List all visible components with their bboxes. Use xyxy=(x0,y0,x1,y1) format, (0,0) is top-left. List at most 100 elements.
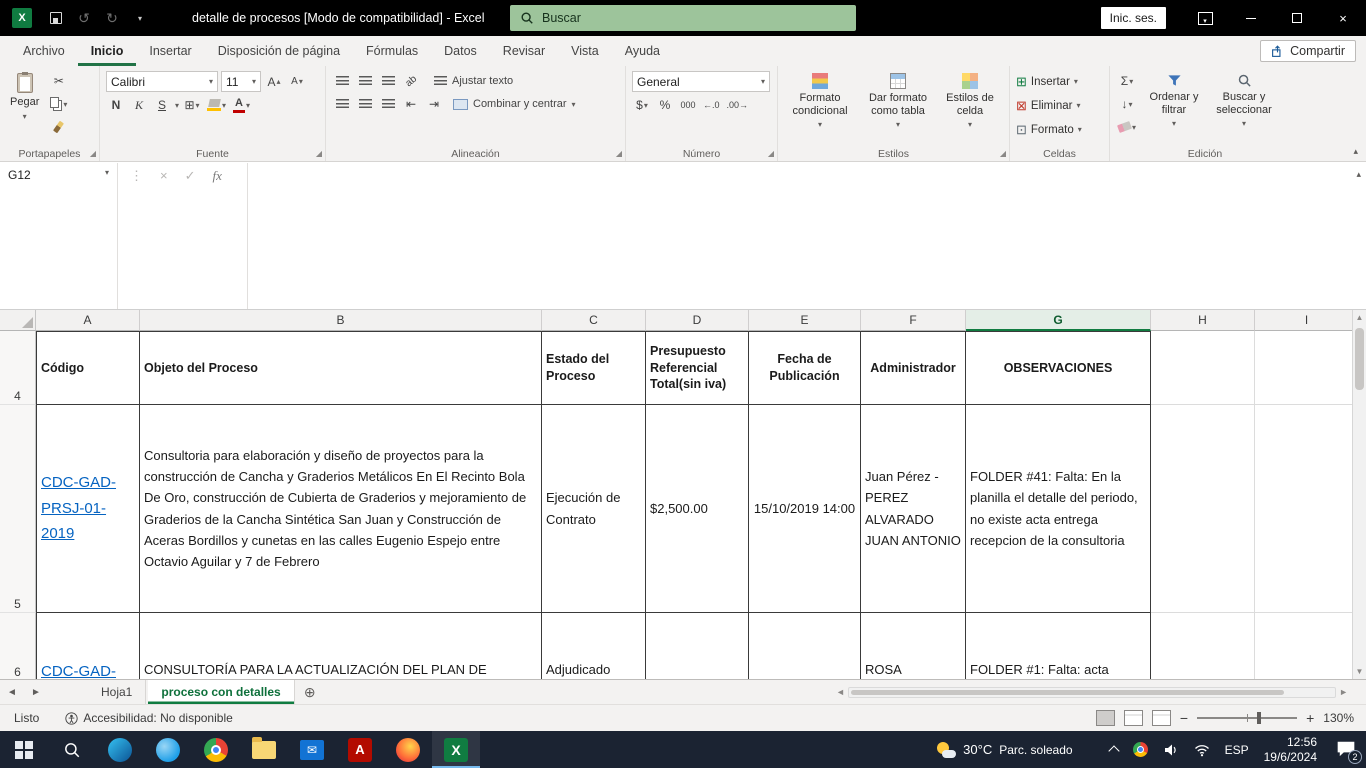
column-header-I[interactable]: I xyxy=(1255,310,1359,331)
cell-I4[interactable] xyxy=(1255,331,1359,405)
mail-button[interactable]: ✉ xyxy=(288,731,336,768)
align-left-icon[interactable] xyxy=(332,94,352,114)
cell-H6[interactable] xyxy=(1151,613,1255,679)
new-sheet-icon[interactable]: ⊕ xyxy=(295,680,325,704)
cell-H5[interactable] xyxy=(1151,405,1255,613)
tab-insertar[interactable]: Insertar xyxy=(136,36,204,66)
select-all-corner[interactable] xyxy=(0,310,36,331)
cell-E5[interactable]: 15/10/2019 14:00 xyxy=(749,405,861,613)
acrobat-button[interactable]: A xyxy=(336,731,384,768)
borders-button[interactable]: ⊞▾ xyxy=(182,95,202,115)
tab-archivo[interactable]: Archivo xyxy=(10,36,78,66)
paste-button[interactable]: Pegar▾ xyxy=(6,71,43,144)
process-link[interactable]: CDC-GAD-PRSJ-01-2019 xyxy=(41,470,135,547)
close-button[interactable]: × xyxy=(1320,0,1366,36)
row-header-6[interactable]: 6 xyxy=(0,613,36,679)
orientation-button[interactable]: ab xyxy=(397,67,425,95)
volume-icon[interactable] xyxy=(1163,742,1179,758)
excel-taskbar-button[interactable]: X xyxy=(432,731,480,768)
cell-F6[interactable]: ROSA xyxy=(861,613,966,679)
format-as-table-button[interactable]: Dar formato como tabla▾ xyxy=(861,71,935,144)
zoom-in-icon[interactable]: + xyxy=(1306,710,1314,726)
formula-bar-handle-icon[interactable]: ⋮ xyxy=(130,168,143,304)
scroll-up-icon[interactable]: ▲ xyxy=(1353,310,1366,325)
clock[interactable]: 12:56 19/6/2024 xyxy=(1264,735,1317,764)
merge-center-button[interactable]: Combinar y centrar▾ xyxy=(451,94,578,114)
tab-ayuda[interactable]: Ayuda xyxy=(612,36,673,66)
sheet-tab-hoja1[interactable]: Hoja1 xyxy=(88,680,146,704)
cell-A5[interactable]: CDC-GAD-PRSJ-01-2019 xyxy=(36,405,140,613)
sort-filter-button[interactable]: Ordenar y filtrar▾ xyxy=(1143,71,1205,144)
number-format-select[interactable]: General▾ xyxy=(632,71,770,92)
copy-button[interactable]: ▾ xyxy=(48,94,69,114)
sheet-nav-left-icon[interactable]: ◄ xyxy=(0,680,24,704)
scroll-right-icon[interactable]: ► xyxy=(1339,687,1348,697)
align-bottom-icon[interactable] xyxy=(378,71,398,91)
font-family-select[interactable]: Calibri▾ xyxy=(106,71,218,92)
insert-function-icon[interactable]: fx xyxy=(213,168,222,304)
underline-button[interactable]: S xyxy=(152,95,172,115)
save-icon[interactable] xyxy=(42,0,70,36)
quick-access-caret-icon[interactable]: ▾ xyxy=(126,0,154,36)
scroll-left-icon[interactable]: ◄ xyxy=(836,687,845,697)
start-button[interactable] xyxy=(0,731,48,768)
weather-widget[interactable]: 30°C Parc. soleado xyxy=(936,741,1072,759)
minimize-button[interactable] xyxy=(1228,0,1274,36)
sheet-nav-right-icon[interactable]: ► xyxy=(24,680,48,704)
cell-B6[interactable]: CONSULTORÍA PARA LA ACTUALIZACIÓN DEL PL… xyxy=(140,613,542,679)
bold-button[interactable]: N xyxy=(106,95,126,115)
cell-E4[interactable]: Fecha de Publicación xyxy=(749,331,861,405)
fill-color-button[interactable]: ▾ xyxy=(205,95,228,115)
maximize-button[interactable] xyxy=(1274,0,1320,36)
cell-G5[interactable]: FOLDER #41: Falta: En la planilla el det… xyxy=(966,405,1151,613)
insert-cells-button[interactable]: ⊞Insertar▾ xyxy=(1016,71,1103,92)
page-layout-view-icon[interactable] xyxy=(1124,710,1143,726)
collapse-ribbon-icon[interactable]: ▴ xyxy=(1353,146,1358,157)
excel-logo-icon[interactable]: X xyxy=(12,8,32,28)
align-center-icon[interactable] xyxy=(355,94,375,114)
redo-icon[interactable]: ↻ xyxy=(98,0,126,36)
tab-disposicion[interactable]: Disposición de página xyxy=(205,36,353,66)
cell-F4[interactable]: Administrador xyxy=(861,331,966,405)
cell-F5[interactable]: Juan Pérez - PEREZ ALVARADO JUAN ANTONIO xyxy=(861,405,966,613)
autosum-button[interactable]: Σ▾ xyxy=(1116,71,1138,91)
wrap-text-button[interactable]: Ajustar texto xyxy=(432,71,515,91)
share-button[interactable]: Compartir xyxy=(1260,40,1356,62)
font-dialog-launcher-icon[interactable]: ◢ xyxy=(316,149,322,158)
name-box[interactable]: G12 ▾ xyxy=(0,163,118,309)
confirm-entry-icon[interactable]: ✓ xyxy=(185,168,196,304)
file-explorer-button[interactable] xyxy=(240,731,288,768)
tab-datos[interactable]: Datos xyxy=(431,36,490,66)
cell-G6[interactable]: FOLDER #1: Falta: acta xyxy=(966,613,1151,679)
percent-format-button[interactable]: % xyxy=(655,95,675,115)
clear-button[interactable]: ▾ xyxy=(1116,117,1138,137)
decrease-font-icon[interactable]: A▾ xyxy=(287,72,307,92)
network-icon[interactable] xyxy=(1194,742,1210,758)
vertical-scroll-thumb[interactable] xyxy=(1355,328,1364,390)
language-indicator[interactable]: ESP xyxy=(1225,743,1249,757)
signin-button[interactable]: Inic. ses. xyxy=(1101,7,1166,29)
sheet-tab-proceso-con-detalles[interactable]: proceso con detalles xyxy=(148,680,294,704)
cell-G4[interactable]: OBSERVACIONES xyxy=(966,331,1151,405)
format-painter-button[interactable] xyxy=(48,117,69,137)
tab-vista[interactable]: Vista xyxy=(558,36,612,66)
decrease-indent-icon[interactable]: ⇤ xyxy=(401,94,421,114)
zoom-slider-thumb[interactable] xyxy=(1257,712,1261,724)
column-header-A[interactable]: A xyxy=(36,310,140,331)
horizontal-scroll-thumb[interactable] xyxy=(851,690,1284,695)
font-size-select[interactable]: 11▾ xyxy=(221,71,261,92)
align-right-icon[interactable] xyxy=(378,94,398,114)
notifications-button[interactable]: 2 xyxy=(1336,740,1358,760)
ribbon-display-options-icon[interactable]: ▾ xyxy=(1182,0,1228,36)
cell-H4[interactable] xyxy=(1151,331,1255,405)
cell-D5[interactable]: $2,500.00 xyxy=(646,405,749,613)
conditional-formatting-button[interactable]: Formato condicional▾ xyxy=(784,71,856,144)
tab-formulas[interactable]: Fórmulas xyxy=(353,36,431,66)
cell-B4[interactable]: Objeto del Proceso xyxy=(140,331,542,405)
fill-button[interactable]: ↓▾ xyxy=(1116,94,1138,114)
cell-A4[interactable]: Código xyxy=(36,331,140,405)
cut-button[interactable]: ✂ xyxy=(48,71,69,91)
cell-D6[interactable] xyxy=(646,613,749,679)
column-header-B[interactable]: B xyxy=(140,310,542,331)
vertical-scrollbar[interactable]: ▲ ▼ xyxy=(1352,310,1366,679)
